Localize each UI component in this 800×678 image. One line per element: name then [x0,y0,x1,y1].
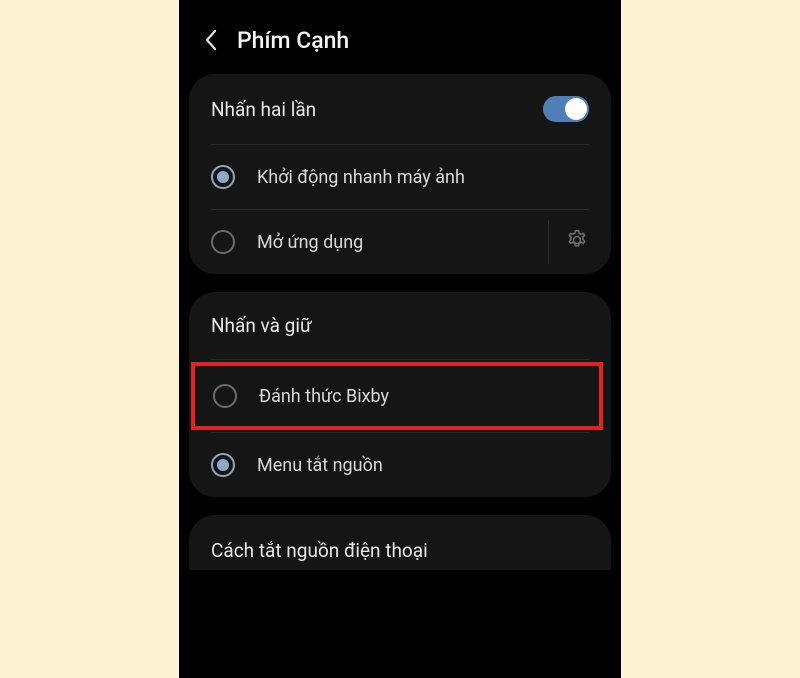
divider [211,359,589,360]
option-power-menu[interactable]: Menu tắt nguồn [189,433,611,497]
press-hold-title: Nhấn và giữ [211,314,312,337]
gear-icon[interactable] [565,228,589,256]
toggle-knob [565,98,587,120]
footer-label: Cách tắt nguồn điện thoại [211,539,589,562]
double-press-toggle[interactable] [543,96,589,122]
option-wake-bixby[interactable]: Đánh thức Bixby [195,366,599,426]
double-press-card: Nhấn hai lần Khởi động nhanh máy ảnh Mở … [189,74,611,274]
double-press-title: Nhấn hai lần [211,98,316,121]
radio-quick-camera[interactable] [211,165,235,189]
radio-wake-bixby[interactable] [213,384,237,408]
press-hold-header: Nhấn và giữ [189,292,611,359]
footer-card[interactable]: Cách tắt nguồn điện thoại [189,515,611,570]
option-wake-bixby-label: Đánh thức Bixby [259,386,389,407]
header: Phím Cạnh [179,6,621,74]
press-hold-card: Nhấn và giữ Đánh thức Bixby Menu tắt ngu… [189,292,611,497]
option-power-menu-label: Menu tắt nguồn [257,455,383,476]
double-press-header: Nhấn hai lần [189,74,611,144]
option-open-app[interactable]: Mở ứng dụng [189,210,611,274]
divider [548,220,549,264]
option-open-app-label: Mở ứng dụng [257,232,363,253]
phone-screen: Phím Cạnh Nhấn hai lần Khởi động nhanh m… [179,0,621,678]
option-quick-camera-label: Khởi động nhanh máy ảnh [257,167,465,188]
radio-open-app[interactable] [211,230,235,254]
back-icon[interactable] [203,28,219,52]
radio-power-menu[interactable] [211,453,235,477]
option-quick-camera[interactable]: Khởi động nhanh máy ảnh [189,145,611,209]
page-title: Phím Cạnh [237,27,349,54]
highlight-bixby: Đánh thức Bixby [191,362,603,430]
